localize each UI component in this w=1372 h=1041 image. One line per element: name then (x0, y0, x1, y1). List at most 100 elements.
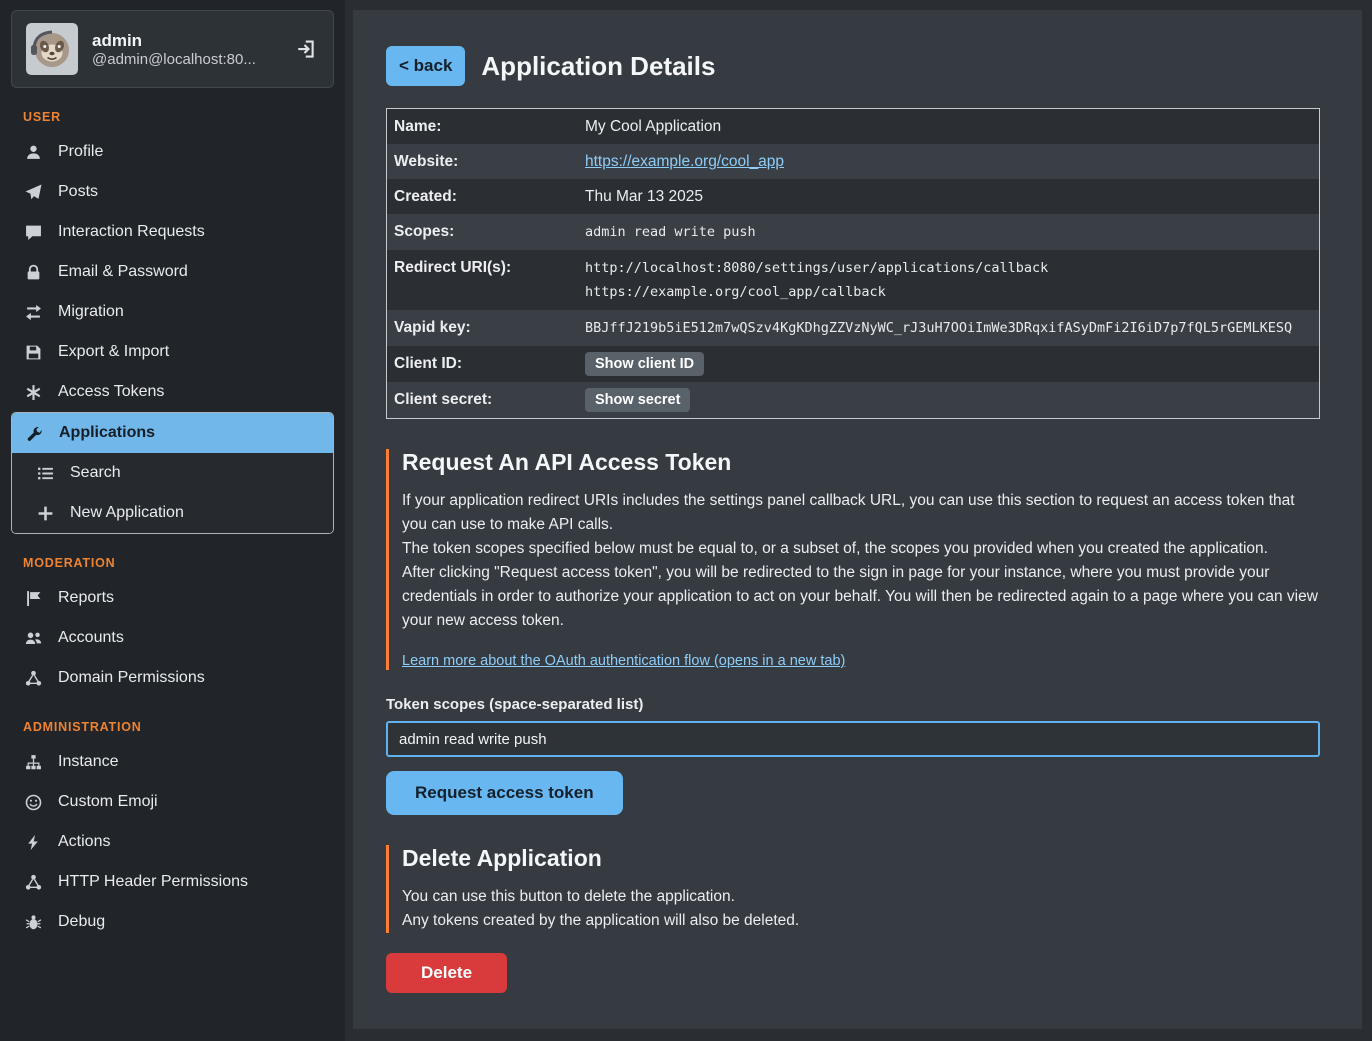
nav-label: Debug (58, 913, 105, 931)
nav-label: Instance (58, 753, 118, 771)
sidebar-item-debug[interactable]: Debug (11, 902, 334, 942)
detail-row-name: Name: My Cool Application (387, 109, 1319, 144)
oauth-docs-link[interactable]: Learn more about the OAuth authenticatio… (402, 653, 845, 669)
redirect-uri-line: http://localhost:8080/settings/user/appl… (585, 256, 1311, 280)
detail-value: BBJffJ219b5iE512m7wQSzv4KgKDhgZZVzNyWC_r… (577, 310, 1319, 346)
users-icon (24, 630, 43, 647)
detail-label: Created: (387, 179, 577, 214)
plus-icon (36, 505, 55, 522)
application-details-panel: < back Application Details Name: My Cool… (353, 10, 1362, 1029)
bolt-icon (24, 834, 43, 851)
delete-button[interactable]: Delete (386, 953, 507, 993)
redirect-uri-line: https://example.org/cool_app/callback (585, 280, 1311, 304)
nav-label: Interaction Requests (58, 223, 205, 241)
network-icon (24, 670, 43, 687)
nav-label: Actions (58, 833, 110, 851)
token-scopes-label: Token scopes (space-separated list) (386, 696, 1320, 713)
sidebar: admin @admin@localhost:80... USER Profil… (0, 0, 345, 1041)
lock-icon (24, 264, 43, 281)
page-header: < back Application Details (386, 46, 1320, 86)
delete-section-paragraph: Any tokens created by the application wi… (402, 909, 1320, 933)
detail-label: Redirect URI(s): (387, 250, 577, 310)
network-icon (24, 874, 43, 891)
detail-row-created: Created: Thu Mar 13 2025 (387, 179, 1319, 214)
detail-label: Website: (387, 144, 577, 179)
sidebar-section-user: USER (23, 110, 322, 124)
sidebar-item-interaction-requests[interactable]: Interaction Requests (11, 212, 334, 252)
sidebar-item-posts[interactable]: Posts (11, 172, 334, 212)
request-token-section: Request An API Access Token If your appl… (386, 449, 1320, 670)
sidebar-item-email-password[interactable]: Email & Password (11, 252, 334, 292)
sidebar-item-http-header-permissions[interactable]: HTTP Header Permissions (11, 862, 334, 902)
detail-label: Client ID: (387, 346, 577, 382)
delete-application-section: Delete Application You can use this butt… (386, 845, 1320, 933)
user-name: admin (92, 31, 281, 51)
detail-row-vapid-key: Vapid key: BBJffJ219b5iE512m7wQSzv4KgKDh… (387, 310, 1319, 346)
sidebar-item-new-application[interactable]: New Application (12, 493, 333, 533)
detail-label: Scopes: (387, 214, 577, 250)
detail-label: Client secret: (387, 382, 577, 418)
asterisk-icon (24, 384, 43, 401)
delete-section-paragraph: You can use this button to delete the ap… (402, 885, 1320, 909)
nav-label: Email & Password (58, 263, 188, 281)
logout-icon[interactable] (295, 37, 319, 61)
token-section-title: Request An API Access Token (402, 449, 1320, 476)
sidebar-item-domain-permissions[interactable]: Domain Permissions (11, 658, 334, 698)
main-area: < back Application Details Name: My Cool… (345, 0, 1372, 1041)
website-link[interactable]: https://example.org/cool_app (585, 153, 784, 170)
nav-label: Applications (59, 424, 155, 442)
sidebar-nav-administration: Instance Custom Emoji Actions HTTP Heade… (11, 742, 334, 942)
detail-row-client-id: Client ID: Show client ID (387, 346, 1319, 382)
show-secret-button[interactable]: Show secret (585, 388, 690, 412)
sidebar-item-accounts[interactable]: Accounts (11, 618, 334, 658)
list-icon (36, 465, 55, 482)
nav-label: Access Tokens (58, 383, 164, 401)
exchange-arrows-icon (24, 304, 43, 321)
avatar (26, 23, 78, 75)
detail-row-website: Website: https://example.org/cool_app (387, 144, 1319, 179)
sidebar-nav-moderation: Reports Accounts Domain Permissions (11, 578, 334, 698)
nav-label: Profile (58, 143, 103, 161)
smiley-icon (24, 794, 43, 811)
application-details-table: Name: My Cool Application Website: https… (386, 108, 1320, 419)
page-title: Application Details (481, 51, 715, 82)
back-button[interactable]: < back (386, 46, 465, 86)
sidebar-item-access-tokens[interactable]: Access Tokens (11, 372, 334, 412)
sidebar-item-custom-emoji[interactable]: Custom Emoji (11, 782, 334, 822)
detail-row-scopes: Scopes: admin read write push (387, 214, 1319, 250)
user-card[interactable]: admin @admin@localhost:80... (11, 10, 334, 88)
user-handle: @admin@localhost:80... (92, 51, 281, 68)
nav-label: Export & Import (58, 343, 169, 361)
wrench-icon (25, 425, 44, 442)
sitemap-icon (24, 754, 43, 771)
sidebar-item-export-import[interactable]: Export & Import (11, 332, 334, 372)
paper-plane-icon (24, 184, 43, 201)
detail-row-redirect-uris: Redirect URI(s): http://localhost:8080/s… (387, 250, 1319, 310)
nav-label: Reports (58, 589, 114, 607)
sidebar-section-moderation: MODERATION (23, 556, 322, 570)
sidebar-nav-user: Profile Posts Interaction Requests Email… (11, 132, 334, 534)
detail-value: admin read write push (577, 214, 1319, 250)
nav-label: Posts (58, 183, 98, 201)
sidebar-item-profile[interactable]: Profile (11, 132, 334, 172)
sidebar-item-instance[interactable]: Instance (11, 742, 334, 782)
sidebar-item-applications[interactable]: Applications (12, 413, 333, 453)
sidebar-item-actions[interactable]: Actions (11, 822, 334, 862)
request-access-token-button[interactable]: Request access token (386, 771, 623, 815)
sidebar-item-reports[interactable]: Reports (11, 578, 334, 618)
token-scopes-input[interactable] (386, 721, 1320, 757)
applications-group: Applications Search New Application (11, 412, 334, 534)
detail-label: Vapid key: (387, 310, 577, 346)
show-client-id-button[interactable]: Show client ID (585, 352, 704, 376)
comment-icon (24, 224, 43, 241)
floppy-disk-icon (24, 344, 43, 361)
sidebar-item-applications-search[interactable]: Search (12, 453, 333, 493)
nav-label: New Application (70, 504, 184, 522)
detail-value: Thu Mar 13 2025 (577, 182, 1319, 212)
bug-icon (24, 914, 43, 931)
sidebar-item-migration[interactable]: Migration (11, 292, 334, 332)
nav-label: Migration (58, 303, 124, 321)
sidebar-section-administration: ADMINISTRATION (23, 720, 322, 734)
user-icon (24, 144, 43, 161)
token-section-paragraph: If your application redirect URIs includ… (402, 489, 1320, 537)
